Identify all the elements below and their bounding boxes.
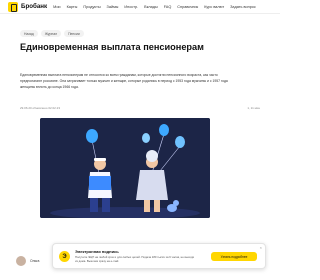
breadcrumb: Назад Журнал Пенсии: [20, 30, 84, 37]
nav-item[interactable]: FAQ: [164, 5, 172, 9]
promo-popup: Э Электронная подпись Получите ЭЦП на лю…: [52, 243, 266, 269]
breadcrumb-journal[interactable]: Журнал: [40, 30, 62, 37]
avatar: [16, 256, 26, 266]
reading-time: 1, 11 мин: [247, 106, 260, 110]
hero-illustration-svg: [40, 118, 210, 218]
nav-item[interactable]: Справочник: [177, 5, 198, 9]
signature-icon: Э: [59, 251, 70, 262]
learn-more-button[interactable]: Узнать подробнее: [211, 252, 257, 261]
author-name: Ольга: [30, 259, 40, 263]
top-nav: Бробанк Мои Карты Продукты Займы Иностр.…: [0, 0, 280, 14]
nav-item[interactable]: Иностр.: [124, 5, 138, 9]
brand-name: Бробанк: [21, 3, 48, 10]
nav-item[interactable]: Продукты: [83, 5, 100, 9]
breadcrumb-pensions[interactable]: Пенсии: [64, 30, 84, 37]
nav-item[interactable]: Мои: [53, 5, 60, 9]
nav-item[interactable]: Вклады: [144, 5, 158, 9]
article-date: 29.06.20 обновлено 02.02.23: [20, 106, 61, 110]
main-nav: Мои Карты Продукты Займы Иностр. Вклады …: [53, 5, 256, 9]
popup-title: Электронная подпись: [75, 249, 119, 254]
popup-body: Получите ЭЦП на любой срок и для любых ц…: [75, 255, 195, 263]
nav-item[interactable]: Курс валют: [204, 5, 224, 9]
author[interactable]: Ольга: [16, 256, 39, 266]
article-lead: Единовременная выплата пенсионерам не от…: [20, 73, 228, 90]
brand-logo-icon: [8, 1, 18, 12]
nav-item[interactable]: Задать вопрос: [230, 5, 256, 9]
close-icon[interactable]: ×: [260, 245, 262, 250]
page-title: Единовременная выплата пенсионерам: [20, 42, 204, 52]
nav-item[interactable]: Карты: [67, 5, 78, 9]
brand-logo[interactable]: Бробанк: [8, 1, 48, 12]
article-meta: 29.06.20 обновлено 02.02.23 1, 11 мин: [20, 106, 260, 110]
nav-item[interactable]: Займы: [107, 5, 119, 9]
hero-illustration: [40, 118, 210, 218]
back-link[interactable]: Назад: [20, 30, 38, 37]
